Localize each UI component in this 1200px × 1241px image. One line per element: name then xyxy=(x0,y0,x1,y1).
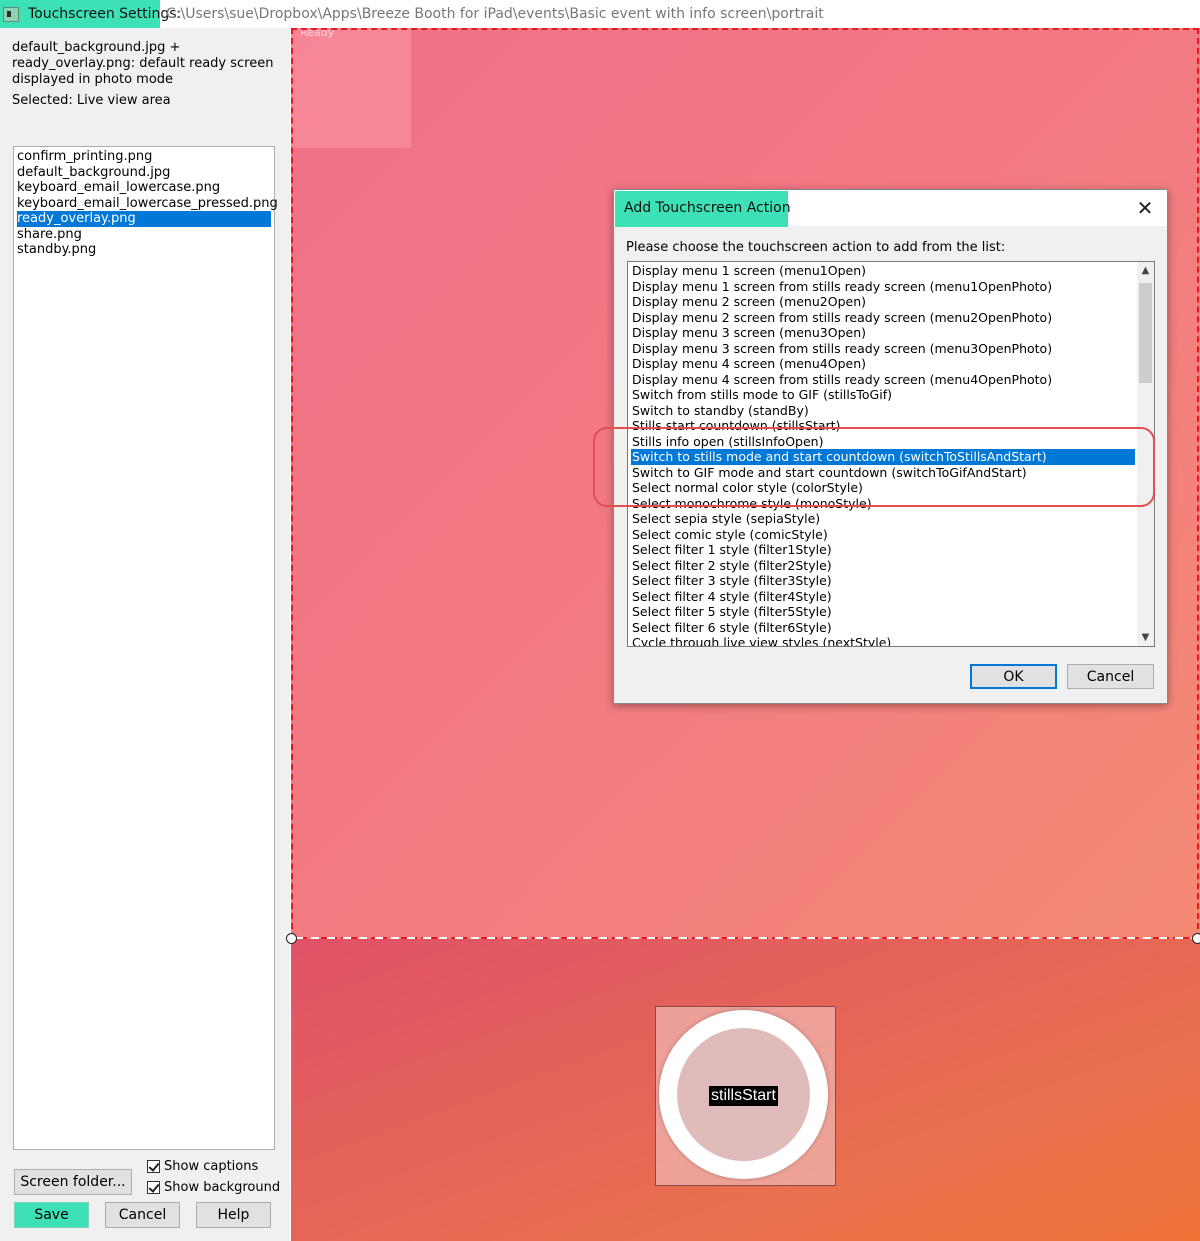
file-list-item[interactable]: default_background.jpg xyxy=(17,165,271,181)
action-list-item[interactable]: Switch to standby (standBy) xyxy=(631,403,1135,419)
scroll-up-icon[interactable]: ▲ xyxy=(1137,262,1154,279)
action-list-item[interactable]: Select filter 3 style (filter3Style) xyxy=(631,573,1135,589)
screen-folder-button[interactable]: Screen folder... xyxy=(14,1169,132,1195)
selected-element-label: Selected: Live view area xyxy=(12,93,171,108)
show-captions-checkbox[interactable]: Show captions xyxy=(147,1159,258,1174)
cancel-button[interactable]: Cancel xyxy=(105,1202,180,1228)
close-icon[interactable]: ✕ xyxy=(1133,196,1157,220)
window-title: Touchscreen Settings: xyxy=(28,6,182,22)
file-list-item[interactable]: ready_overlay.png xyxy=(17,211,271,227)
action-list-item[interactable]: Select filter 4 style (filter4Style) xyxy=(631,589,1135,605)
action-list-item[interactable]: Display menu 3 screen (menu3Open) xyxy=(631,325,1135,341)
action-list-item[interactable]: Select sepia style (sepiaStyle) xyxy=(631,511,1135,527)
show-background-checkbox[interactable]: Show background xyxy=(147,1180,280,1195)
resize-handle-bottom-right[interactable] xyxy=(1192,933,1200,944)
screen-description: default_background.jpg + ready_overlay.p… xyxy=(12,40,274,87)
action-list-item[interactable]: Select filter 1 style (filter1Style) xyxy=(631,542,1135,558)
action-list-item[interactable]: Display menu 1 screen (menu1Open) xyxy=(631,263,1135,279)
action-list-item[interactable]: Display menu 4 screen (menu4Open) xyxy=(631,356,1135,372)
scrollbar-thumb[interactable] xyxy=(1139,283,1152,383)
dialog-title: Add Touchscreen Action xyxy=(624,200,791,216)
window-path: C:\Users\sue\Dropbox\Apps\Breeze Booth f… xyxy=(166,6,824,22)
action-list-item[interactable]: Select comic style (comicStyle) xyxy=(631,527,1135,543)
file-list-item[interactable]: confirm_printing.png xyxy=(17,149,271,165)
dialog-prompt: Please choose the touchscreen action to … xyxy=(626,240,1006,255)
ok-button[interactable]: OK xyxy=(970,664,1057,689)
action-list-item[interactable]: Select filter 5 style (filter5Style) xyxy=(631,604,1135,620)
window-titlebar: Touchscreen Settings: C:\Users\sue\Dropb… xyxy=(0,0,1200,28)
file-list-item[interactable]: keyboard_email_lowercase_pressed.png xyxy=(17,196,278,212)
highlight-callout xyxy=(593,427,1155,507)
file-list-item[interactable]: share.png xyxy=(17,227,271,243)
action-list-item[interactable]: Display menu 4 screen from stills ready … xyxy=(631,372,1135,388)
action-list-item[interactable]: Display menu 2 screen from stills ready … xyxy=(631,310,1135,326)
action-list-item[interactable]: Display menu 3 screen from stills ready … xyxy=(631,341,1135,357)
action-list-item[interactable]: Display menu 1 screen from stills ready … xyxy=(631,279,1135,295)
selection-edge xyxy=(295,937,1195,939)
action-list-item[interactable]: Cycle through live view styles (nextStyl… xyxy=(631,635,1135,646)
show-captions-label: Show captions xyxy=(164,1159,259,1174)
app-icon xyxy=(3,7,19,22)
save-button[interactable]: Save xyxy=(14,1202,89,1228)
screen-file-list[interactable]: confirm_printing.png default_background.j… xyxy=(13,146,278,1150)
file-list-item[interactable]: keyboard_email_lowercase.png xyxy=(17,180,271,196)
dialog-cancel-button[interactable]: Cancel xyxy=(1067,664,1154,689)
show-background-label: Show background xyxy=(164,1180,281,1195)
checkbox-checked-icon xyxy=(147,1181,160,1194)
left-panel: default_background.jpg + ready_overlay.p… xyxy=(0,28,290,1241)
action-list-item[interactable]: Switch from stills mode to GIF (stillsTo… xyxy=(631,387,1135,403)
resize-handle-bottom-left[interactable] xyxy=(286,933,297,944)
dialog-titlebar: Add Touchscreen Action ✕ xyxy=(614,190,1167,227)
checkbox-checked-icon xyxy=(147,1160,160,1173)
start-button-caption: stillsStart xyxy=(709,1086,778,1106)
scroll-down-icon[interactable]: ▼ xyxy=(1137,629,1154,646)
action-list-item[interactable]: Select filter 6 style (filter6Style) xyxy=(631,620,1135,636)
action-list-item[interactable]: Select filter 2 style (filter2Style) xyxy=(631,558,1135,574)
action-list-item[interactable]: Display menu 2 screen (menu2Open) xyxy=(631,294,1135,310)
file-list-item[interactable]: standby.png xyxy=(17,242,271,258)
help-button[interactable]: Help xyxy=(196,1202,271,1228)
